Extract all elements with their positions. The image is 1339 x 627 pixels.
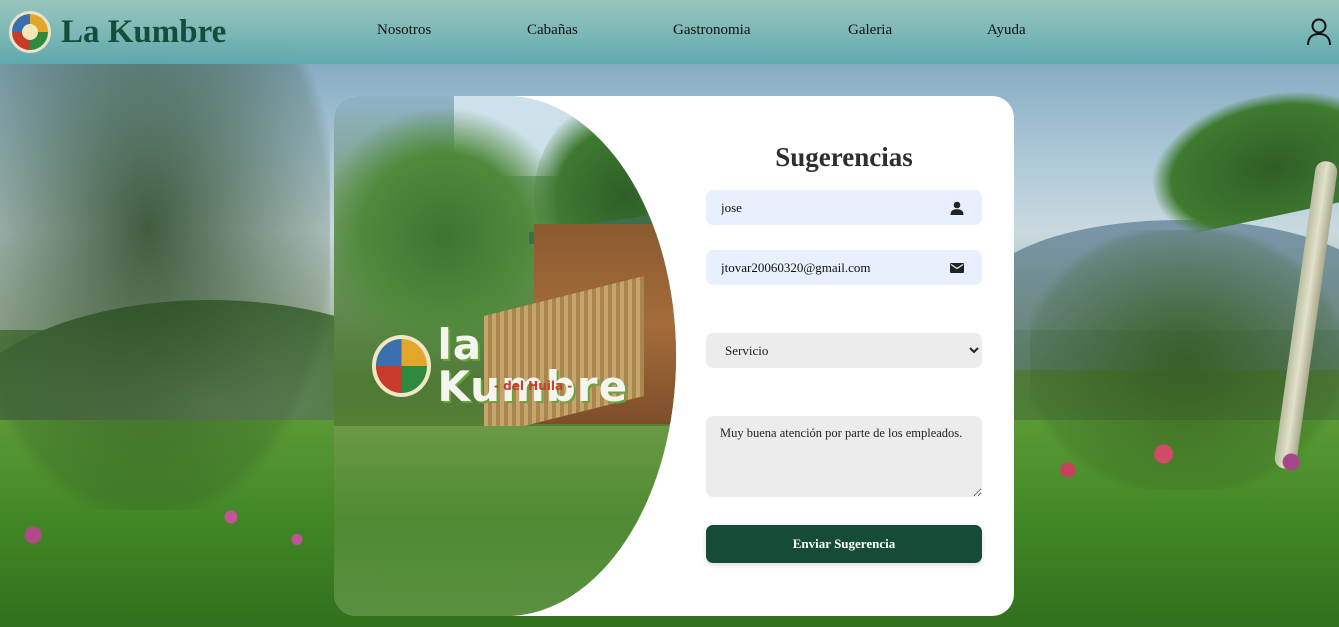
- message-field[interactable]: Muy buena atención por parte de los empl…: [706, 416, 982, 497]
- nav-item-cabanas[interactable]: Cabañas: [527, 22, 578, 39]
- service-field[interactable]: Servicio: [706, 333, 982, 368]
- brand[interactable]: La Kumbre: [9, 11, 226, 53]
- mail-icon: [950, 263, 964, 273]
- logo-text: la Kumbre: [437, 320, 629, 411]
- logo-emblem-icon: [372, 335, 432, 397]
- nav-item-galeria[interactable]: Galeria: [848, 22, 892, 39]
- submit-suggestion-button[interactable]: Enviar Sugerencia: [706, 525, 982, 563]
- nav-item-gastronomia[interactable]: Gastronomia: [673, 22, 750, 39]
- service-select[interactable]: Servicio: [706, 333, 982, 368]
- email-field[interactable]: [706, 250, 982, 285]
- email-input[interactable]: [706, 259, 926, 276]
- form-title: Sugerencias: [775, 142, 913, 172]
- name-input[interactable]: [706, 199, 926, 216]
- background-flowers-right: [1020, 430, 1339, 510]
- logo-subtext: - del Huila -: [494, 379, 573, 393]
- background-tree-left: [0, 40, 330, 510]
- brand-logo-icon: [9, 11, 51, 53]
- brand-name: La Kumbre: [61, 13, 227, 50]
- user-icon[interactable]: [1306, 18, 1332, 46]
- nav-item-ayuda[interactable]: Ayuda: [987, 22, 1026, 39]
- nav-item-nosotros[interactable]: Nosotros: [377, 22, 431, 39]
- name-field[interactable]: [706, 190, 982, 225]
- message-textarea[interactable]: Muy buena atención por parte de los empl…: [706, 416, 982, 497]
- background-flowers-left: [0, 490, 330, 580]
- photo-ground: [334, 426, 676, 616]
- suggestions-card: la Kumbre - del Huila - Sugerencias Serv…: [334, 96, 1014, 616]
- top-navbar: La Kumbre Nosotros Cabañas Gastronomia G…: [0, 0, 1339, 64]
- la-kumbre-logo: la Kumbre: [372, 324, 676, 408]
- person-icon: [950, 201, 964, 215]
- cabin-photo: la Kumbre - del Huila -: [334, 96, 676, 616]
